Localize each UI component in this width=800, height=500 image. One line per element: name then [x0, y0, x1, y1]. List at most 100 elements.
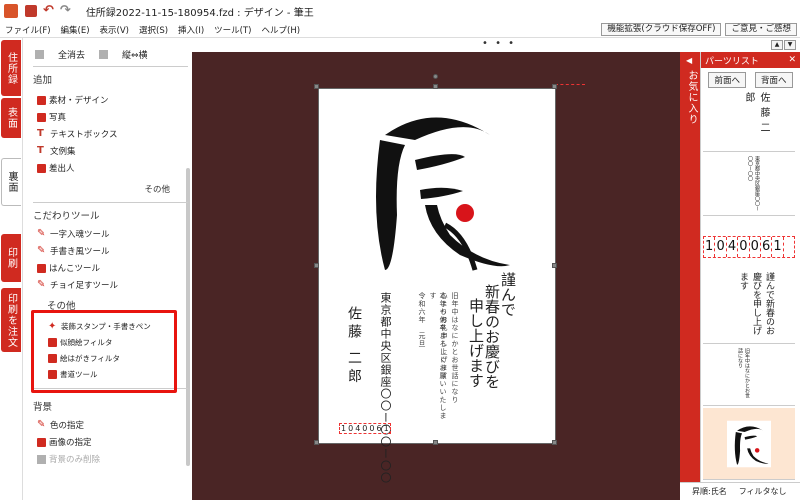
feedback-button[interactable]: ご意見・ご感想: [725, 23, 797, 36]
send-back-button[interactable]: 背面へ: [754, 72, 793, 88]
bg-item-image[interactable]: 画像の指定: [37, 436, 92, 448]
part-thumb-postal[interactable]: 1 0 4 0 0 6 1: [703, 236, 795, 258]
menu-edit[interactable]: 編集(E): [56, 24, 95, 36]
message-text[interactable]: 旧年中はなにかとお世話になり 心よりお礼申し上げます 本年も何卒よろしくお願いい…: [410, 292, 460, 422]
tool-label: 似顔絵フィルタ: [60, 338, 113, 347]
tool-item-handwrite[interactable]: ✎ 手書き風ツール: [37, 245, 110, 258]
tab-print[interactable]: 印刷: [1, 234, 21, 282]
message-col: 令和六年 元旦: [418, 292, 426, 348]
portrait-icon: [48, 338, 57, 347]
tool-item-choitasu[interactable]: ✎ チョイ足すツール: [37, 279, 118, 292]
tab-order-print[interactable]: 印刷を注文: [1, 288, 21, 352]
redo-icon[interactable]: ↷: [60, 4, 71, 18]
brush-icon: ✎: [37, 228, 46, 239]
window-title: 住所録2022-11-15-180954.fzd : デザイン - 筆王: [85, 7, 314, 19]
tool-item-label: 手書き風ツール: [50, 247, 110, 257]
collapse-arrow-icon[interactable]: ◀: [686, 56, 692, 65]
thumb-postal-digit: 0: [738, 237, 750, 257]
thumb-greeting-text: 謹んで新春のお慶びを申し上げます: [738, 272, 774, 335]
pen-icon: ✎: [37, 245, 46, 256]
part-thumb-calligraphy[interactable]: [703, 408, 795, 480]
guide-line: [555, 84, 585, 85]
selection-handle[interactable]: [433, 440, 438, 445]
menu-file[interactable]: ファイル(F): [0, 24, 56, 36]
selection-handle[interactable]: [552, 263, 557, 268]
bg-item-color[interactable]: ✎ 色の指定: [37, 419, 84, 432]
tool-portrait-filter[interactable]: 似顔絵フィルタ: [48, 337, 112, 348]
selection-handle[interactable]: [552, 440, 557, 445]
close-icon[interactable]: ✕: [788, 55, 796, 65]
message-col: 旧年中はなにかとお世話になり: [451, 292, 459, 404]
menu-select[interactable]: 選択(S): [134, 24, 173, 36]
tab-address-book[interactable]: 住所録: [1, 40, 21, 96]
tool-item-ichiji[interactable]: ✎ 一字入魂ツール: [37, 228, 110, 241]
calligraphy-character[interactable]: [345, 95, 520, 280]
selection-handle[interactable]: [314, 440, 319, 445]
menu-tools[interactable]: ツール(T): [209, 24, 256, 36]
sender-name[interactable]: 佐藤 二郎: [344, 306, 364, 386]
left-panel-scrollbar[interactable]: [186, 168, 190, 466]
selection-handle[interactable]: [314, 84, 319, 89]
vertical-tabs: 住所録 表面 裏面 印刷 印刷を注文: [0, 38, 22, 500]
greeting-text[interactable]: 謹んで 新春のお慶びを 申し上げます: [464, 272, 517, 402]
tool-deco-stamp[interactable]: ✦ 装飾スタンプ・手書きペン: [48, 321, 151, 332]
menu-insert[interactable]: 挿入(I): [173, 24, 209, 36]
part-thumb-greeting[interactable]: 謹んで新春のお慶びを申し上げます: [703, 266, 795, 344]
part-thumb-message[interactable]: 旧年中はなにかとお世話になり: [703, 344, 795, 406]
filter-status[interactable]: フィルタなし: [739, 486, 787, 497]
bring-front-button[interactable]: 前面へ: [708, 72, 746, 88]
photo-icon: [37, 112, 46, 122]
postal-digit: 1: [383, 424, 389, 433]
bg-item-label: 画像の指定: [49, 438, 92, 448]
tool-calligraphy[interactable]: 書道ツール: [48, 369, 98, 380]
add-item-material[interactable]: 素材・デザイン: [37, 94, 109, 106]
scroll-down-button[interactable]: ▼: [784, 40, 796, 50]
left-panel: 全消去 縦⇔横 追加 素材・デザイン 写真 T テキストボックス T 文例集 差出人…: [22, 38, 192, 500]
part-thumb-sender[interactable]: 佐藤二郎: [703, 88, 795, 152]
parts-list-header: パーツリスト ✕: [701, 52, 800, 68]
tool-postcard-filter[interactable]: 絵はがきフィルタ: [48, 353, 120, 364]
selection-handle[interactable]: [552, 84, 557, 89]
add-pen-icon: ✎: [37, 279, 46, 290]
add-item-sender[interactable]: 差出人: [37, 162, 75, 174]
postal-code[interactable]: 1 0 4 0 0 6 1: [339, 423, 391, 434]
postal-digit: 4: [355, 424, 361, 433]
rotate-icon: [99, 50, 109, 59]
part-thumb-address[interactable]: 東京都中央区銀座〇〇ー〇〇ー〇〇: [703, 152, 795, 216]
add-item-label: テキストボックス: [50, 130, 118, 140]
orientation-button[interactable]: 縦⇔横: [122, 48, 148, 61]
menu-help[interactable]: ヘルプ(H): [257, 24, 306, 36]
tab-front[interactable]: 表面: [1, 98, 21, 138]
thumb-postal-digit: 0: [750, 237, 761, 257]
add-more-link[interactable]: その他: [144, 183, 170, 195]
scroll-up-button[interactable]: ▲: [771, 40, 783, 50]
section-title-tools: こだわりツール: [33, 211, 100, 222]
undo-icon[interactable]: ↶: [43, 4, 54, 18]
sender-address[interactable]: 東京都中央区銀座〇〇ー〇〇ー〇〇: [377, 292, 393, 484]
drag-handle[interactable]: • • •: [482, 38, 516, 49]
selection-handle[interactable]: [433, 84, 438, 89]
postal-digit: 1: [341, 424, 347, 433]
section-title-add: 追加: [33, 75, 53, 86]
menu-view[interactable]: 表示(V): [95, 24, 134, 36]
tool-item-label: 一字入魂ツール: [50, 230, 110, 240]
extension-button[interactable]: 機能拡張(クラウド保存OFF): [601, 23, 722, 36]
clear-all-button[interactable]: 全消去: [58, 48, 85, 61]
add-item-textbox[interactable]: T テキストボックス: [37, 128, 118, 141]
add-item-templates[interactable]: T 文例集: [37, 145, 76, 158]
tab-back[interactable]: 裏面: [1, 158, 21, 206]
thumb-postal-digit: 0: [715, 237, 727, 257]
thumb-postal-digit: 1: [704, 237, 716, 257]
stamp-icon: [37, 263, 46, 273]
thumb-calligraphy-image: [727, 420, 771, 468]
favorites-tab[interactable]: ◀ お気に入り: [680, 52, 700, 482]
greeting-col: 申し上げます: [467, 298, 485, 388]
tool-item-stamp[interactable]: はんこツール: [37, 262, 100, 274]
selection-handle[interactable]: [314, 263, 319, 268]
add-item-photo[interactable]: 写真: [37, 111, 66, 123]
save-icon[interactable]: [25, 5, 37, 17]
rotate-handle[interactable]: [433, 74, 438, 79]
sort-status[interactable]: 昇順:氏名: [692, 486, 727, 497]
tool-label: 絵はがきフィルタ: [60, 354, 120, 363]
tool-label: 書道ツール: [60, 370, 98, 379]
